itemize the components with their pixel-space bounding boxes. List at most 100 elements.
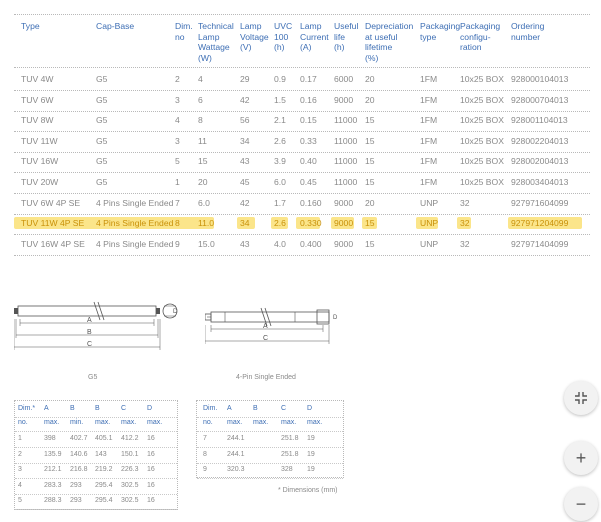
- table-cell-pack: 1FM: [420, 177, 438, 187]
- column-header-dep: Depreciation at useful lifetime (%): [365, 21, 413, 63]
- dimension-cell: 328: [281, 466, 293, 473]
- table-cell-life: 9000: [334, 197, 354, 208]
- dimension-cell: 302.5: [121, 481, 139, 489]
- dimension-cell: 251.8: [281, 450, 299, 458]
- dimension-row: 2 135.9 140.6 143 150.1 16: [15, 447, 177, 464]
- dimension-row: 5 288.3 293 295.4 302.5 16: [15, 493, 177, 510]
- dimension-cell: no.: [18, 419, 28, 426]
- table-cell-cap: G5: [96, 135, 108, 146]
- column-header-volt: Lamp Voltage (V): [240, 21, 269, 53]
- table-cell-order: 928000104013: [511, 74, 569, 84]
- zoom-out-button[interactable]: −: [564, 487, 598, 521]
- dimension-cell: max.: [227, 419, 243, 426]
- table-cell-cur: 0.33: [300, 135, 317, 146]
- fit-to-screen-button[interactable]: [564, 381, 598, 415]
- table-cell-watt: 15.0: [198, 238, 215, 249]
- dimension-cell: 226.3: [121, 466, 139, 473]
- dim-label-b: B: [87, 329, 92, 336]
- zoom-in-button[interactable]: +: [564, 441, 598, 475]
- column-header-line: type: [420, 31, 437, 42]
- dim-label-c: C: [87, 341, 92, 348]
- table-cell-conf: 10x25 BOX: [460, 94, 504, 105]
- table-cell-volt: 56: [240, 115, 250, 126]
- table-cell-pack: 1FM: [420, 115, 438, 126]
- dimension-cell: 244.1: [227, 435, 245, 442]
- header-divider: [14, 67, 590, 68]
- table-cell-order: 928003404013: [511, 177, 569, 187]
- dimension-cell: 19: [307, 435, 315, 442]
- column-header-cap: Cap-Base: [96, 21, 134, 32]
- column-header-dim: Dim. no: [175, 21, 193, 42]
- table-row: TUV 11W G5 3 11 34 2.6 0.33 11000 15 1FM 10x25 BOX…: [14, 131, 590, 153]
- table-cell-cur: 0.16: [300, 94, 317, 105]
- table-cell-cap: G5: [96, 156, 108, 167]
- table-cell-volt: 43: [240, 156, 250, 167]
- table-cell-dep: 20: [365, 74, 375, 84]
- table-cell-uvc: 3.9: [274, 156, 286, 167]
- dimension-cell: Dim.: [203, 405, 218, 412]
- table-cell-dep: 20: [365, 197, 375, 208]
- column-header-line: ration: [460, 42, 482, 52]
- table-cell-dim: 8: [175, 218, 180, 229]
- column-header-uvc: UVC 100 (h): [274, 21, 292, 53]
- column-header-line: Depreciation: [365, 21, 414, 31]
- table-cell-dim: 5: [175, 156, 180, 167]
- table-cell-dep: 15: [365, 115, 375, 126]
- dimension-cell: A: [44, 405, 49, 412]
- column-header-conf: Packaging configu-ration: [460, 21, 500, 53]
- dimension-cell: min.: [70, 419, 84, 426]
- dimension-cell: B: [70, 405, 75, 412]
- table-cell-cap: G5: [96, 94, 108, 105]
- column-header-line: Lamp: [300, 21, 322, 31]
- table-cell-type: TUV 16W: [21, 156, 59, 167]
- table-cell-cur: 0.15: [300, 115, 317, 126]
- column-header-type: Type: [21, 21, 40, 32]
- dimension-cell: 16: [147, 481, 155, 489]
- dimension-cell: no.: [203, 419, 213, 426]
- column-header-line: Current: [300, 31, 329, 42]
- column-header-line: Ordering: [511, 21, 545, 31]
- dimension-table-4pin: Dim. A B C Dno. max. max. max. max. 7 244.1 251.8 19…: [196, 400, 344, 479]
- table-cell-type: TUV 6W: [21, 94, 54, 105]
- column-header-line: (%): [365, 52, 379, 63]
- table-cell-type: TUV 6W 4P SE: [21, 197, 81, 208]
- column-header-line: Packaging: [420, 21, 461, 31]
- column-header-line: Lamp: [198, 31, 220, 42]
- table-cell-uvc: 1.7: [274, 197, 286, 208]
- dimension-cell: 16: [147, 450, 155, 458]
- table-cell-type: TUV 11W 4P SE: [21, 218, 85, 229]
- dimension-cell: 295.4: [95, 497, 113, 504]
- dimension-cell: 150.1: [121, 450, 139, 458]
- column-header-line: Cap-Base: [96, 21, 135, 31]
- table-cell-conf: 10x25 BOX: [460, 177, 504, 187]
- table-cell-cap: 4 Pins Single Ended: [96, 197, 174, 208]
- table-cell-dep: 15: [365, 156, 375, 167]
- dim-label-a: A: [87, 317, 92, 324]
- table-row: TUV 20W G5 1 20 45 6.0 0.45 11000 15 1FM 10x25 BOX…: [14, 172, 590, 194]
- table-cell-volt: 29: [240, 74, 250, 84]
- table-cell-type: TUV 8W: [21, 115, 54, 126]
- dimension-cell: 19: [307, 450, 315, 458]
- table-cell-uvc: 6.0: [274, 177, 286, 187]
- dimension-cell: 4: [18, 481, 22, 489]
- table-cell-pack: 1FM: [420, 94, 438, 105]
- dim-label-d: D: [173, 309, 178, 315]
- table-cell-cap: 4 Pins Single Ended: [96, 218, 174, 229]
- column-header-line: Packaging: [460, 21, 501, 31]
- dimension-header-row: no. max. min. max. max. max.: [15, 415, 177, 432]
- column-header-line: Wattage: [198, 42, 230, 52]
- column-header-line: UVC: [274, 21, 293, 31]
- table-cell-order: 928001104013: [511, 115, 568, 126]
- column-header-line: Dim.: [175, 21, 193, 31]
- column-header-line: life: [334, 31, 345, 42]
- table-cell-watt: 15: [198, 156, 208, 167]
- dimension-cell: 2: [18, 450, 22, 458]
- dimension-cell: 1: [18, 435, 22, 442]
- dimension-cell: max.: [281, 419, 297, 426]
- table-cell-type: TUV 20W: [21, 177, 59, 187]
- four-pin-lamp-drawing: A C D: [205, 307, 338, 344]
- table-cell-conf: 10x25 BOX: [460, 74, 504, 84]
- table-cell-conf: 32: [460, 218, 470, 229]
- dimension-cell: C: [121, 405, 127, 412]
- dimension-cell: 16: [147, 466, 155, 473]
